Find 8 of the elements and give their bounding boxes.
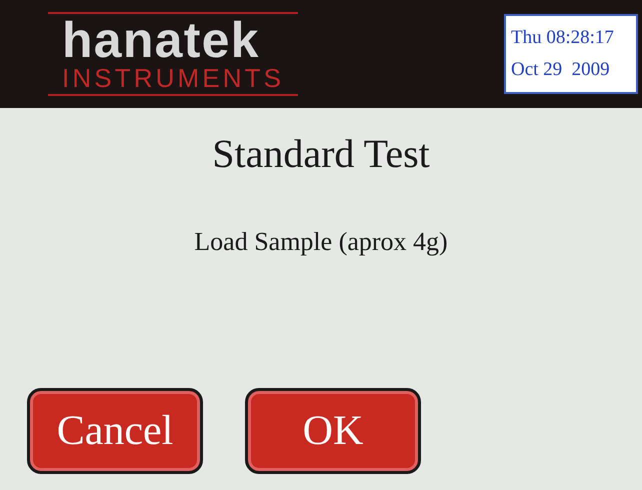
datetime-text: Oct 29 2009 (511, 58, 611, 82)
screen-title: Standard Test (212, 130, 430, 178)
logo-subtitle: INSTRUMENTS (62, 64, 284, 92)
logo-text: hanatek (62, 16, 261, 64)
datetime-text: Thu 08:28:17 (511, 26, 615, 50)
message-text: Load Sample (aprox 4g) (194, 226, 448, 258)
ok-button[interactable]: OK (245, 388, 421, 474)
cancel-button[interactable]: Cancel (27, 388, 203, 474)
